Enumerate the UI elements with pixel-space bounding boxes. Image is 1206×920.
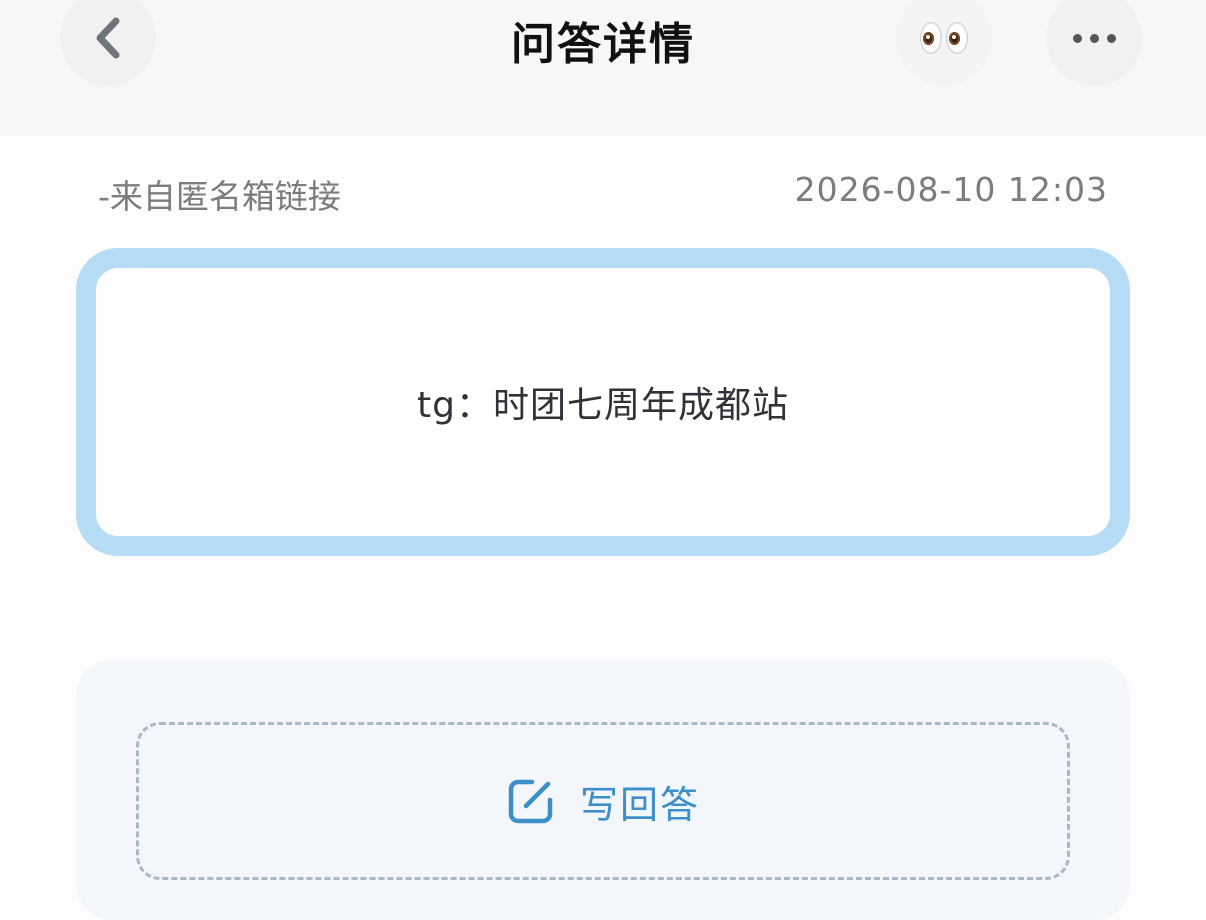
question-card: tg：时团七周年成都站 — [76, 248, 1130, 556]
top-nav-bar: 问答详情 — [0, 0, 1206, 136]
answer-panel: 写回答 — [76, 660, 1130, 920]
eyes-button[interactable] — [896, 0, 992, 86]
write-answer-label: 写回答 — [579, 782, 700, 827]
write-answer-button[interactable]: 写回答 — [136, 722, 1070, 880]
more-options-button[interactable] — [1046, 0, 1142, 86]
question-text: tg：时团七周年成都站 — [417, 385, 789, 426]
more-dots-icon — [1069, 33, 1120, 43]
eyes-emoji-icon — [918, 22, 970, 54]
question-source: -来自匿名箱链接 — [98, 177, 341, 216]
edit-icon — [508, 779, 553, 824]
page-title: 问答详情 — [511, 19, 695, 70]
question-timestamp: 2026-08-10 12:03 — [794, 170, 1108, 209]
